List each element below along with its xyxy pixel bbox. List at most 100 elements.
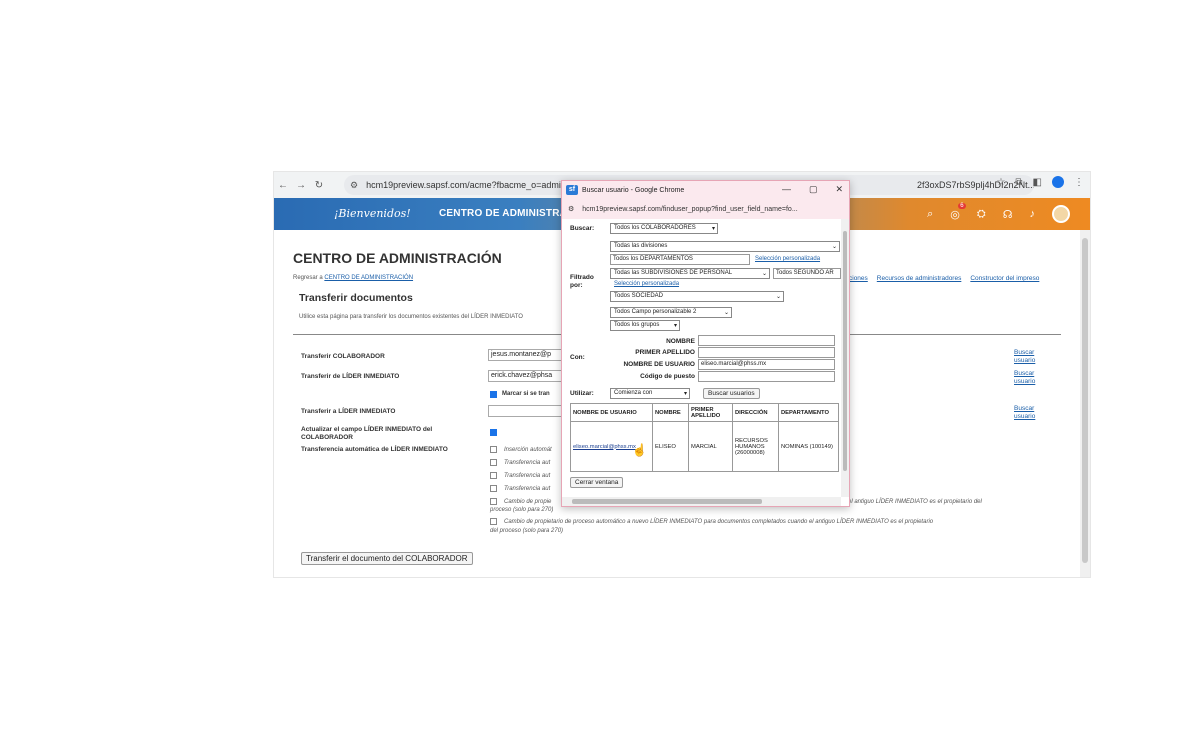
- transfer-de-label: Transferir de LÍDER INMEDIATO: [301, 373, 400, 380]
- chevron-down-icon: ⌄: [775, 294, 781, 300]
- buscar-usuario-link-2[interactable]: Buscar usuario: [1014, 370, 1054, 386]
- sidepanel-icon[interactable]: ◧: [1033, 177, 1042, 188]
- grupos-select[interactable]: Todos los grupos ▾: [610, 320, 680, 331]
- option-checkbox-2[interactable]: [490, 459, 497, 466]
- col-header-nombre[interactable]: NOMBRE: [652, 403, 689, 422]
- apellido-input[interactable]: [698, 347, 835, 358]
- transfer-submit-button[interactable]: Transferir el documento del COLABORADOR: [301, 552, 473, 565]
- buscar-usuarios-button[interactable]: Buscar usuarios: [703, 388, 760, 399]
- col-header-direccion[interactable]: DIRECCIÓN: [732, 403, 779, 422]
- chevron-down-icon: ▾: [673, 323, 677, 329]
- col-header-apellido[interactable]: PRIMER APELLIDO: [688, 403, 733, 422]
- page-title: CENTRO DE ADMINISTRACIÓN: [293, 250, 502, 266]
- welcome-logo[interactable]: ¡Bienvenidos!: [334, 207, 411, 220]
- usuario-label: NOMBRE DE USUARIO: [623, 361, 695, 368]
- top-links: ciones Recursos de administradores Const…: [849, 275, 1039, 282]
- transfer-a-input[interactable]: [488, 405, 568, 417]
- grupos-value: Todos los grupos: [614, 322, 660, 328]
- utilizar-select[interactable]: Comienza con ▾: [610, 388, 690, 399]
- top-link-3[interactable]: Constructor del impreso: [970, 275, 1039, 282]
- chevron-down-icon: ▾: [683, 391, 687, 397]
- col-header-departamento[interactable]: DEPARTAMENTO: [778, 403, 839, 422]
- utilizar-label: Utilizar:: [570, 390, 594, 397]
- option-checkbox-1[interactable]: [490, 446, 497, 453]
- headset-icon[interactable]: ☊: [1003, 208, 1013, 221]
- reload-icon[interactable]: ↻: [310, 180, 328, 191]
- divisiones-select[interactable]: Todas las divisiones ⌄: [610, 241, 840, 252]
- buscar-usuario-link-1[interactable]: Buscar usuario: [1014, 349, 1054, 365]
- codigo-input[interactable]: [698, 371, 835, 382]
- subdivisiones-select[interactable]: Todas las SUBDIVISIONES DE PERSONAL ⌄: [610, 268, 770, 279]
- divisiones-value: Todas las divisiones: [614, 243, 668, 249]
- popup-vscroll-thumb[interactable]: [843, 231, 847, 471]
- menu-icon[interactable]: ⋮: [1074, 177, 1084, 188]
- seleccion-personalizada-link-2[interactable]: Selección personalizada: [614, 281, 679, 287]
- user-avatar[interactable]: [1052, 205, 1070, 223]
- option-label-4: Transferencia aut: [504, 486, 551, 492]
- actualizar-label: Actualizar el campo LÍDER INMEDIATO del …: [301, 426, 433, 441]
- transfer-de-input[interactable]: erick.chavez@phsa: [488, 370, 568, 382]
- option-checkbox-6[interactable]: [490, 518, 497, 525]
- usuario-link[interactable]: eliseo.marcial@phss.mx: [573, 444, 636, 450]
- marcar-checkbox[interactable]: [490, 391, 497, 398]
- buscar-select[interactable]: Todos los COLABORADORES ▾: [610, 223, 718, 234]
- transfer-a-label: Transferir a LÍDER INMEDIATO: [301, 408, 396, 415]
- table-header-row: NOMBRE DE USUARIO NOMBRE PRIMER APELLIDO…: [570, 403, 839, 422]
- option-label-6-line2: del proceso (solo para 270): [490, 528, 564, 534]
- breadcrumb-prefix: Regresar a: [293, 275, 323, 281]
- page-scroll-thumb[interactable]: [1082, 238, 1088, 563]
- bell-icon[interactable]: ♪: [1030, 208, 1036, 220]
- codigo-label: Código de puesto: [640, 373, 695, 380]
- close-icon[interactable]: ✕: [835, 184, 843, 195]
- popup-body: Buscar: Todos los COLABORADORES ▾ Todas l…: [562, 219, 841, 497]
- profile-avatar[interactable]: [1052, 176, 1064, 188]
- people-icon[interactable]: ⛭: [977, 208, 986, 221]
- transfer-colaborador-label: Transferir COLABORADOR: [301, 353, 385, 360]
- notifications-icon[interactable]: ◎ 6: [950, 202, 966, 221]
- campo-select[interactable]: Todos Campo personalizable 2 ⌄: [610, 307, 732, 318]
- con-label: Con:: [570, 354, 585, 361]
- buscar-select-value: Todos los COLABORADORES: [614, 225, 696, 231]
- search-icon[interactable]: ⌕: [927, 208, 933, 221]
- top-link-1[interactable]: ciones: [849, 275, 868, 282]
- buscar-label: Buscar:: [570, 225, 595, 232]
- breadcrumb-link[interactable]: CENTRO DE ADMINISTRACIÓN: [324, 275, 413, 281]
- popup-site-settings-icon[interactable]: ⚙: [568, 205, 574, 213]
- find-user-popup: sf Buscar usuario - Google Chrome — ▢ ✕ …: [561, 180, 850, 507]
- apellido-label: PRIMER APELLIDO: [635, 349, 695, 356]
- option-label-6: Cambio de propietario de proceso automát…: [504, 519, 934, 525]
- col-header-usuario[interactable]: NOMBRE DE USUARIO: [570, 403, 653, 422]
- page-scrollbar[interactable]: [1080, 230, 1090, 577]
- transfer-colaborador-input[interactable]: jesus.montanez@p: [488, 349, 568, 361]
- popup-hscroll-thumb[interactable]: [572, 499, 762, 504]
- maximize-icon[interactable]: ▢: [809, 184, 818, 195]
- back-arrow-icon[interactable]: ←: [274, 180, 292, 191]
- minimize-icon[interactable]: —: [782, 184, 791, 195]
- nombre-input[interactable]: [698, 335, 835, 346]
- option-label-2: Transferencia aut: [504, 460, 551, 466]
- popup-vertical-scrollbar[interactable]: [841, 219, 849, 497]
- sf-logo-icon: sf: [566, 185, 578, 195]
- marcar-label: Marcar si se tran: [502, 391, 550, 397]
- option-checkbox-4[interactable]: [490, 485, 497, 492]
- option-checkbox-5[interactable]: [490, 498, 497, 505]
- option-checkbox-3[interactable]: [490, 472, 497, 479]
- bookmark-star-icon[interactable]: ☆: [996, 177, 1005, 188]
- option-label-5-tail: el antiguo LÍDER INMEDIATO es el propiet…: [848, 499, 982, 505]
- actualizar-checkbox[interactable]: [490, 429, 497, 436]
- segundo-input[interactable]: Todos SEGUNDO AR: [773, 268, 841, 279]
- forward-arrow-icon[interactable]: →: [292, 180, 310, 191]
- site-settings-icon[interactable]: ⚙: [350, 180, 358, 191]
- departamentos-input[interactable]: Todos los DEPARTAMENTOS: [610, 254, 750, 265]
- extensions-icon[interactable]: ⧉: [1015, 177, 1022, 188]
- cell-apellido: MARCIAL: [688, 421, 733, 472]
- usuario-input[interactable]: eliseo.marcial@phss.mx: [698, 359, 835, 370]
- cerrar-ventana-button[interactable]: Cerrar ventana: [570, 477, 624, 488]
- buscar-usuario-link-3[interactable]: Buscar usuario: [1014, 405, 1054, 421]
- sociedad-select[interactable]: Todos SOCIEDAD ⌄: [610, 291, 784, 302]
- top-link-2[interactable]: Recursos de administradores: [877, 275, 962, 282]
- cell-direccion: RECURSOS HUMANOS (26000008): [732, 421, 779, 472]
- popup-horizontal-scrollbar[interactable]: [562, 497, 841, 506]
- seleccion-personalizada-link-1[interactable]: Selección personalizada: [755, 256, 820, 262]
- popup-address-bar[interactable]: ⚙ hcm19preview.sapsf.com/finduser_popup?…: [562, 199, 849, 219]
